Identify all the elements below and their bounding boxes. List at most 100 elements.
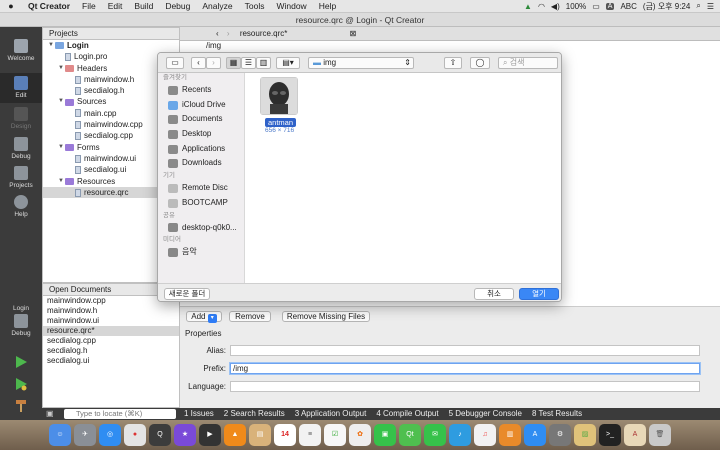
remove-missing-files-button[interactable]: Remove Missing Files bbox=[282, 311, 370, 322]
prefix-field[interactable]: /img bbox=[230, 363, 700, 374]
open-button[interactable]: 열기 bbox=[519, 288, 559, 300]
imovie-icon[interactable]: ★ bbox=[174, 424, 196, 446]
prefix-node[interactable]: /img bbox=[180, 41, 720, 51]
output-pane-tab[interactable]: 1 Issues bbox=[184, 408, 214, 420]
open-document-item[interactable]: secdialog.h bbox=[43, 346, 179, 356]
sidebar-item[interactable]: Recents bbox=[158, 83, 244, 98]
remove-button[interactable]: Remove bbox=[229, 311, 271, 322]
safari-icon[interactable]: ◎ bbox=[99, 424, 121, 446]
menu-window[interactable]: Window bbox=[270, 1, 312, 11]
books-icon[interactable]: ▥ bbox=[499, 424, 521, 446]
open-document-item[interactable]: mainwindow.h bbox=[43, 306, 179, 316]
launchpad-icon[interactable]: ✈ bbox=[74, 424, 96, 446]
icon-view-button[interactable]: ▦ bbox=[226, 57, 241, 69]
expand-arrow-icon[interactable]: ▼ bbox=[47, 40, 55, 51]
sidebar-item[interactable]: Documents bbox=[158, 112, 244, 127]
language-field[interactable] bbox=[230, 381, 700, 392]
mode-projects[interactable]: Projects bbox=[0, 166, 42, 189]
qt-icon[interactable]: Qt bbox=[399, 424, 421, 446]
debug-run-button[interactable] bbox=[14, 377, 28, 391]
notification-center-icon[interactable]: ☰ bbox=[707, 2, 714, 11]
apple-menu-icon[interactable]: ● bbox=[0, 1, 22, 11]
forward-button[interactable]: › bbox=[206, 57, 221, 69]
group-button[interactable]: ▤▾ bbox=[276, 57, 300, 69]
chrome-icon[interactable]: ● bbox=[124, 424, 146, 446]
sidebar-toggle-button[interactable]: ▭ bbox=[166, 57, 184, 69]
kit-selector[interactable]: Login Debug bbox=[0, 305, 42, 337]
menu-file[interactable]: File bbox=[76, 1, 102, 11]
add-button[interactable]: Add ▾ bbox=[186, 311, 222, 323]
file-name[interactable]: antman bbox=[265, 118, 297, 127]
tags-button[interactable]: ◯ bbox=[470, 57, 490, 69]
menu-help[interactable]: Help bbox=[313, 1, 342, 11]
volume-icon[interactable]: ◀) bbox=[551, 2, 560, 11]
calendar-icon[interactable]: 14 bbox=[274, 424, 296, 446]
final-cut-icon[interactable]: ▶ bbox=[199, 424, 221, 446]
close-tab-icon[interactable]: ⊠ bbox=[350, 29, 357, 38]
finder-icon[interactable]: ☺ bbox=[49, 424, 71, 446]
mode-design[interactable]: Design bbox=[0, 107, 42, 130]
preview-icon[interactable]: ▨ bbox=[574, 424, 596, 446]
output-pane-tab[interactable]: 5 Debugger Console bbox=[449, 408, 522, 420]
reminders-icon[interactable]: ☑ bbox=[324, 424, 346, 446]
sidebar-item[interactable]: Applications bbox=[158, 142, 244, 157]
expand-arrow-icon[interactable]: ▼ bbox=[57, 96, 65, 107]
music-icon[interactable]: ♫ bbox=[474, 424, 496, 446]
terminal-icon[interactable]: >_ bbox=[599, 424, 621, 446]
tree-item[interactable]: ▼ Login bbox=[43, 40, 179, 51]
alias-field[interactable] bbox=[230, 345, 700, 356]
sidebar-item[interactable]: iCloud Drive bbox=[158, 98, 244, 113]
menu-analyze[interactable]: Analyze bbox=[196, 1, 238, 11]
sidebar-toggle-icon[interactable]: ▣ bbox=[46, 409, 54, 418]
input-source-icon[interactable]: A bbox=[605, 2, 615, 10]
back-arrow-icon[interactable]: ‹ bbox=[216, 29, 219, 38]
open-document-item[interactable]: secdialog.cpp bbox=[43, 336, 179, 346]
output-pane-tab[interactable]: 3 Application Output bbox=[295, 408, 367, 420]
menu-edit[interactable]: Edit bbox=[102, 1, 129, 11]
locate-input[interactable]: Type to locate (⌘K) bbox=[64, 409, 176, 419]
output-pane-tab[interactable]: 8 Test Results bbox=[532, 408, 582, 420]
menu-debug[interactable]: Debug bbox=[159, 1, 196, 11]
input-source[interactable]: ABC bbox=[620, 2, 636, 11]
facetime-icon[interactable]: ▣ bbox=[374, 424, 396, 446]
system-preferences-icon[interactable]: ⚙ bbox=[549, 424, 571, 446]
back-button[interactable]: ‹ bbox=[191, 57, 206, 69]
archive-icon[interactable]: ▤ bbox=[249, 424, 271, 446]
search-icon[interactable]: ⌕ bbox=[696, 1, 700, 11]
cancel-button[interactable]: 취소 bbox=[474, 288, 514, 300]
wifi-icon[interactable]: ◠ bbox=[538, 2, 545, 11]
messages-icon[interactable]: ✉ bbox=[424, 424, 446, 446]
output-pane-tab[interactable]: 2 Search Results bbox=[224, 408, 285, 420]
sidebar-item[interactable]: desktop-q0k0... bbox=[158, 221, 244, 236]
location-popup[interactable]: ▬ img ⇕ bbox=[308, 57, 414, 69]
menu-build[interactable]: Build bbox=[128, 1, 159, 11]
photos-icon[interactable]: ✿ bbox=[349, 424, 371, 446]
sidebar-item[interactable]: Desktop bbox=[158, 127, 244, 142]
share-button[interactable]: ⇧ bbox=[444, 57, 462, 69]
run-button[interactable] bbox=[14, 355, 28, 369]
trash-icon[interactable]: 🗑 bbox=[649, 424, 671, 446]
mode-welcome[interactable]: Welcome bbox=[0, 39, 42, 62]
new-folder-button[interactable]: 새로운 폴더 bbox=[164, 288, 210, 300]
sidebar-item[interactable]: Downloads bbox=[158, 156, 244, 171]
column-view-button[interactable]: ▥ bbox=[256, 57, 271, 69]
build-button[interactable] bbox=[14, 399, 28, 413]
sidebar-item[interactable]: 음악 bbox=[158, 245, 244, 260]
app-menu[interactable]: Qt Creator bbox=[22, 1, 76, 11]
itunes-icon[interactable]: ♪ bbox=[449, 424, 471, 446]
vlc-icon[interactable]: ▲ bbox=[224, 424, 246, 446]
menu-tools[interactable]: Tools bbox=[239, 1, 271, 11]
sidebar-item[interactable]: Remote Disc bbox=[158, 181, 244, 196]
file-item-antman[interactable] bbox=[260, 77, 298, 115]
open-document-item[interactable]: mainwindow.ui bbox=[43, 316, 179, 326]
sidebar-item[interactable]: BOOTCAMP bbox=[158, 196, 244, 211]
notes-icon[interactable]: ≡ bbox=[299, 424, 321, 446]
expand-arrow-icon[interactable]: ▼ bbox=[57, 63, 65, 74]
mode-edit[interactable]: Edit bbox=[0, 73, 42, 103]
quicktime-icon[interactable]: Q bbox=[149, 424, 171, 446]
file-tab[interactable]: resource.qrc* bbox=[240, 29, 288, 38]
expand-arrow-icon[interactable]: ▼ bbox=[57, 176, 65, 187]
forward-arrow-icon[interactable]: › bbox=[227, 29, 230, 38]
expand-arrow-icon[interactable]: ▼ bbox=[57, 142, 65, 153]
mode-help[interactable]: Help bbox=[0, 195, 42, 218]
